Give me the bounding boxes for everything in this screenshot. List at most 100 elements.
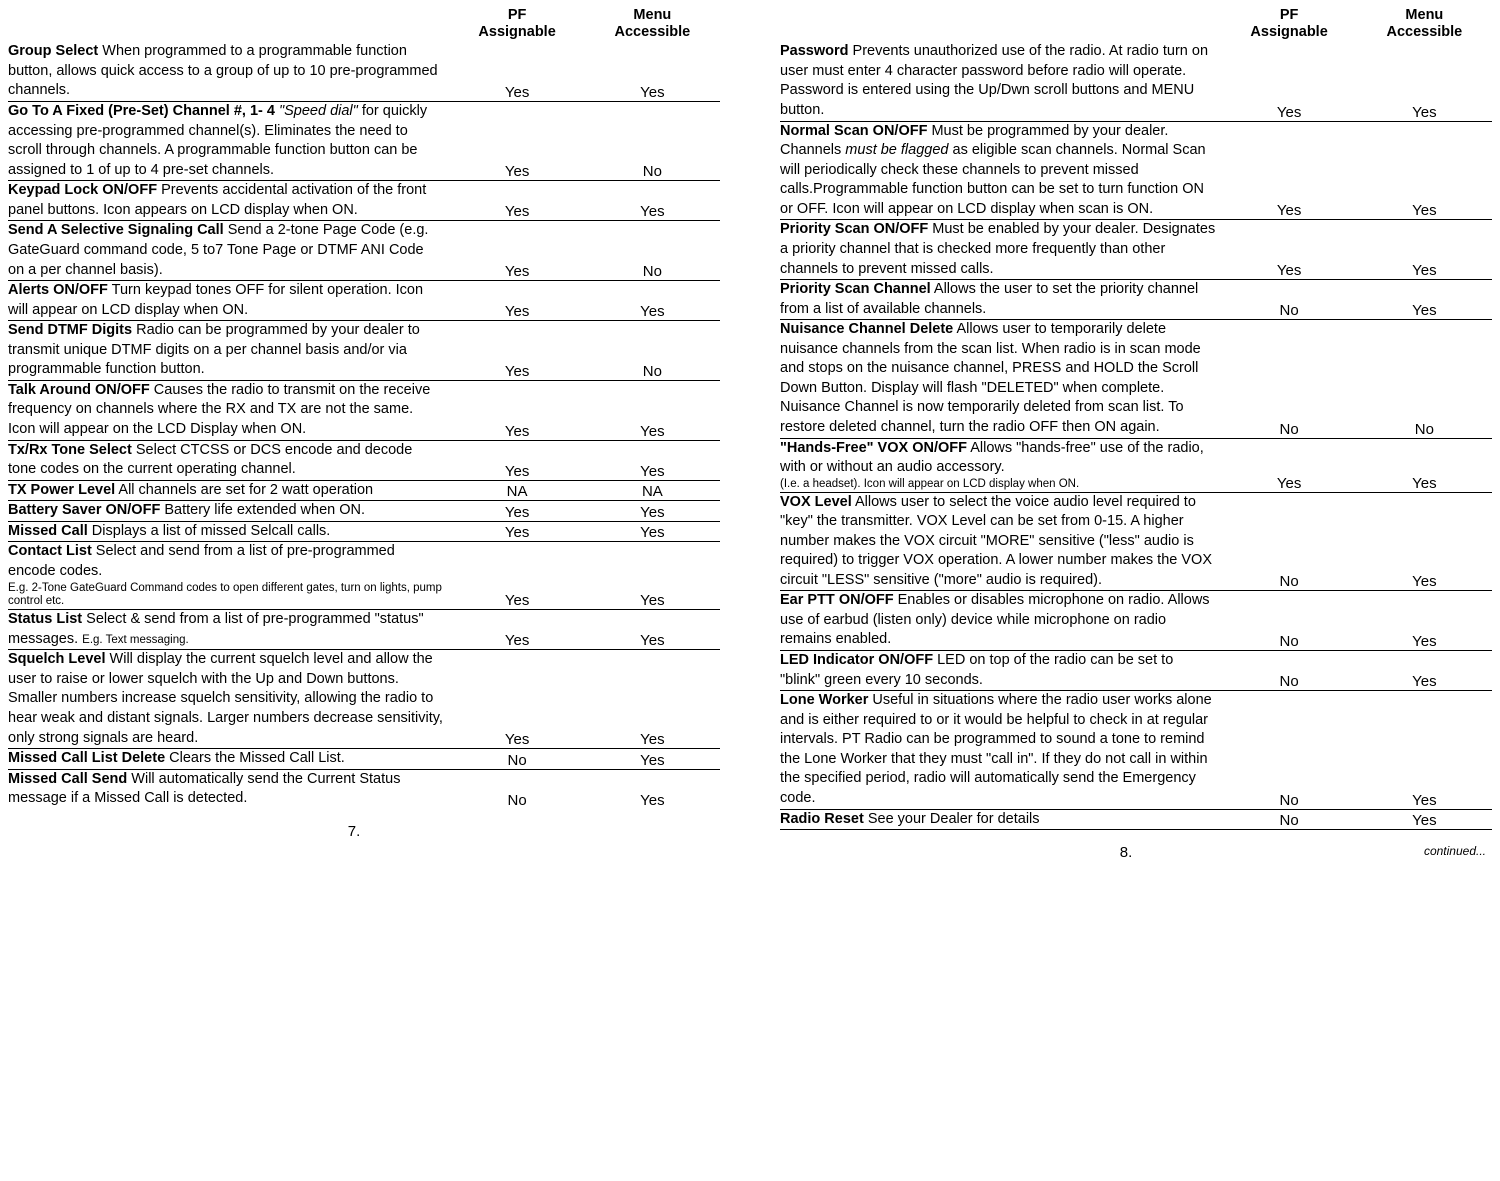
menu-accessible-value: No <box>585 321 720 381</box>
menu-accessible-value: Yes <box>1357 438 1492 492</box>
table-row: Send DTMF Digits Radio can be programmed… <box>8 321 720 381</box>
table-row: Go To A Fixed (Pre-Set) Channel #, 1- 4 … <box>8 102 720 181</box>
menu-accessible-value: Yes <box>1357 651 1492 691</box>
pf-assignable-value: NA <box>449 480 584 501</box>
table-row: Keypad Lock ON/OFF Prevents accidental a… <box>8 181 720 221</box>
table-row: Ear PTT ON/OFF Enables or disables micro… <box>780 591 1492 651</box>
feature-title: Status List <box>8 611 82 627</box>
pf-assignable-value: Yes <box>449 181 584 221</box>
feature-title: Go To A Fixed (Pre-Set) Channel #, 1- 4 <box>8 103 275 119</box>
table-row: Contact List Select and send from a list… <box>8 542 720 610</box>
table-row: "Hands-Free" VOX ON/OFF Allows "hands-fr… <box>780 438 1492 492</box>
menu-accessible-value: Yes <box>1357 492 1492 591</box>
feature-description: Go To A Fixed (Pre-Set) Channel #, 1- 4 … <box>8 102 449 181</box>
pf-assignable-value: No <box>1221 591 1356 651</box>
table-row: Group Select When programmed to a progra… <box>8 42 720 101</box>
feature-text: Useful in situations where the radio use… <box>780 692 1212 806</box>
table-row: TX Power Level All channels are set for … <box>8 480 720 501</box>
feature-title: Alerts ON/OFF <box>8 282 108 298</box>
feature-title: Missed Call Send <box>8 771 127 787</box>
feature-title: Missed Call List Delete <box>8 750 165 766</box>
table-row: Password Prevents unauthorized use of th… <box>780 42 1492 121</box>
feature-title: Priority Scan Channel <box>780 281 931 297</box>
feature-title: Radio Reset <box>780 811 864 827</box>
feature-description: Priority Scan Channel Allows the user to… <box>780 280 1221 320</box>
table-row: Radio Reset See your Dealer for details N… <box>780 809 1492 830</box>
feature-title: Lone Worker <box>780 692 868 708</box>
feature-description: Missed Call Displays a list of missed Se… <box>8 521 449 542</box>
menu-accessible-value: Yes <box>1357 809 1492 830</box>
page-footer: 7. <box>8 823 720 840</box>
menu-accessible-value: Yes <box>585 769 720 809</box>
continued-label: continued... <box>1406 844 1486 861</box>
feature-description: Password Prevents unauthorized use of th… <box>780 42 1221 121</box>
table-row: Alerts ON/OFF Turn keypad tones OFF for … <box>8 281 720 321</box>
pf-assignable-value: Yes <box>449 281 584 321</box>
pf-assignable-value: No <box>1221 691 1356 809</box>
feature-table: PFAssignableMenuAccessible Password Preve… <box>780 6 1492 830</box>
table-row: Squelch Level Will display the current s… <box>8 650 720 749</box>
pf-assignable-value: Yes <box>449 380 584 440</box>
feature-description: Priority Scan ON/OFF Must be enabled by … <box>780 220 1221 280</box>
menu-accessible-value: Yes <box>585 281 720 321</box>
feature-description: Squelch Level Will display the current s… <box>8 650 449 749</box>
feature-description: TX Power Level All channels are set for … <box>8 480 449 501</box>
col-header-menu: MenuAccessible <box>1357 6 1492 42</box>
feature-title: Password <box>780 43 849 59</box>
pf-assignable-value: Yes <box>449 610 584 650</box>
feature-text: Allows user to temporarily delete nuisan… <box>780 321 1201 435</box>
pf-assignable-value: No <box>1221 280 1356 320</box>
feature-note: (I.e. a headset). Icon will appear on LC… <box>780 478 1215 492</box>
feature-description: Send A Selective Signaling Call Send a 2… <box>8 221 449 281</box>
feature-title: Squelch Level <box>8 651 106 667</box>
feature-text: See your Dealer for details <box>864 811 1040 827</box>
feature-text: Battery life extended when ON. <box>160 502 365 518</box>
table-row: Missed Call Displays a list of missed Se… <box>8 521 720 542</box>
pf-assignable-value: No <box>1221 809 1356 830</box>
feature-description: Ear PTT ON/OFF Enables or disables micro… <box>780 591 1221 651</box>
feature-title: "Hands-Free" VOX ON/OFF <box>780 440 967 456</box>
pf-assignable-value: Yes <box>449 650 584 749</box>
feature-note-inline: E.g. Text messaging. <box>82 634 189 646</box>
col-header-menu: MenuAccessible <box>585 6 720 42</box>
feature-title: Talk Around ON/OFF <box>8 382 150 398</box>
table-row: VOX Level Allows user to select the voic… <box>780 492 1492 591</box>
pf-assignable-value: Yes <box>449 542 584 610</box>
menu-accessible-value: Yes <box>585 380 720 440</box>
pf-assignable-value: Yes <box>1221 438 1356 492</box>
feature-description: Talk Around ON/OFF Causes the radio to t… <box>8 380 449 440</box>
page-footer: 8.continued... <box>780 844 1492 861</box>
manual-page: PFAssignableMenuAccessible Password Preve… <box>780 6 1492 861</box>
feature-description: Group Select When programmed to a progra… <box>8 42 449 101</box>
menu-accessible-value: Yes <box>585 749 720 770</box>
page-number: 7. <box>74 823 634 840</box>
feature-title: Contact List <box>8 543 92 559</box>
table-row: LED Indicator ON/OFF LED on top of the r… <box>780 651 1492 691</box>
menu-accessible-value: Yes <box>585 42 720 101</box>
feature-title: Priority Scan ON/OFF <box>780 221 928 237</box>
feature-title: VOX Level <box>780 494 852 510</box>
feature-title: Battery Saver ON/OFF <box>8 502 160 518</box>
feature-text: All channels are set for 2 watt operatio… <box>115 482 373 498</box>
pf-assignable-value: Yes <box>449 42 584 101</box>
col-header-pf: PFAssignable <box>1221 6 1356 42</box>
menu-accessible-value: Yes <box>585 521 720 542</box>
menu-accessible-value: Yes <box>585 650 720 749</box>
pf-assignable-value: Yes <box>1221 121 1356 220</box>
feature-text-italic: must be flagged <box>845 142 948 158</box>
table-row: Nuisance Channel Delete Allows user to t… <box>780 320 1492 438</box>
col-header-pf: PFAssignable <box>449 6 584 42</box>
pf-assignable-value: No <box>449 769 584 809</box>
menu-accessible-value: Yes <box>585 542 720 610</box>
feature-description: Alerts ON/OFF Turn keypad tones OFF for … <box>8 281 449 321</box>
feature-description: Send DTMF Digits Radio can be programmed… <box>8 321 449 381</box>
table-row: Normal Scan ON/OFF Must be programmed by… <box>780 121 1492 220</box>
feature-title: Normal Scan ON/OFF <box>780 123 927 139</box>
feature-note: E.g. 2-Tone GateGuard Command codes to o… <box>8 582 443 610</box>
feature-description: Nuisance Channel Delete Allows user to t… <box>780 320 1221 438</box>
feature-title: Missed Call <box>8 523 88 539</box>
menu-accessible-value: Yes <box>1357 280 1492 320</box>
feature-title: Send A Selective Signaling Call <box>8 222 224 238</box>
feature-title: Keypad Lock ON/OFF <box>8 182 157 198</box>
table-row: Talk Around ON/OFF Causes the radio to t… <box>8 380 720 440</box>
